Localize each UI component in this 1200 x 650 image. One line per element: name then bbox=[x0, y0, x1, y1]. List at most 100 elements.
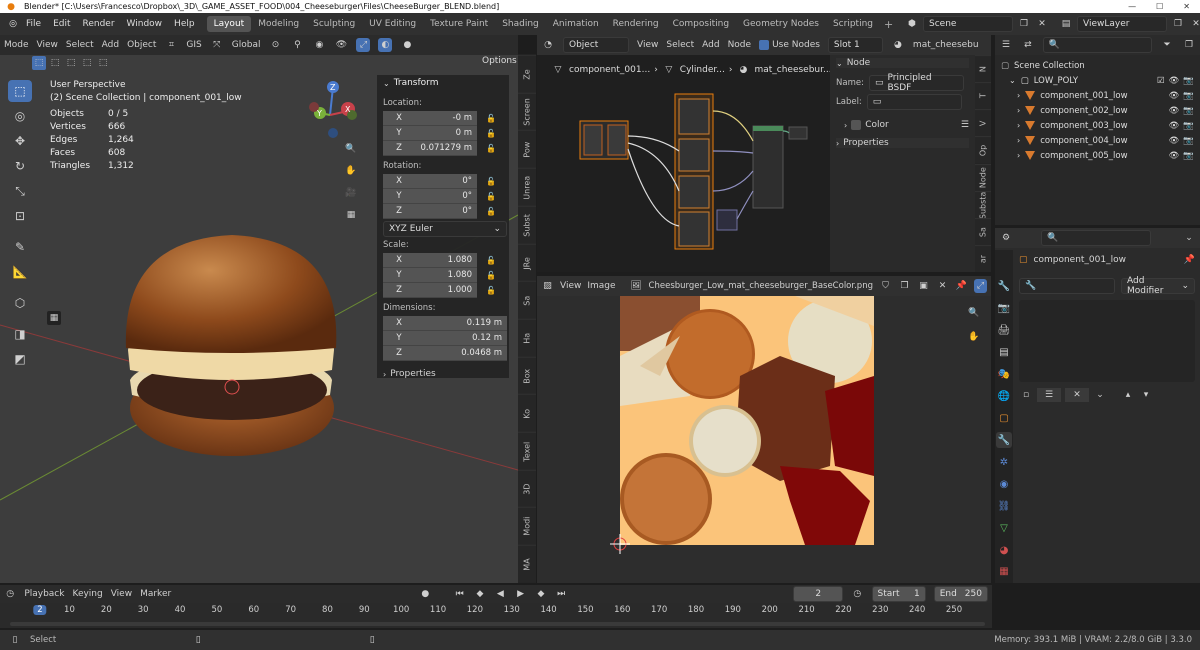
workspace-tab-sculpting[interactable]: Sculpting bbox=[306, 16, 362, 32]
display-mode-icon[interactable]: ⇄ bbox=[1021, 38, 1035, 52]
collection-expand-icon[interactable]: ⌄ bbox=[1009, 76, 1016, 85]
delete-scene-icon[interactable]: ✕ bbox=[1035, 17, 1049, 31]
2d-cursor[interactable] bbox=[610, 534, 630, 554]
marker-menu[interactable]: Marker bbox=[140, 589, 171, 599]
node-graph[interactable] bbox=[577, 91, 817, 251]
node-view-menu[interactable]: View bbox=[637, 40, 658, 50]
outliner-item[interactable]: › component_002_low 👁 📷 bbox=[1001, 103, 1194, 118]
add-modifier-button[interactable]: Add Modifier ⌄ bbox=[1121, 276, 1195, 296]
properties-search[interactable]: 🔍 bbox=[1041, 230, 1151, 246]
node-tab-node[interactable]: Node bbox=[975, 163, 991, 191]
annotate-tool-icon[interactable]: ✎ bbox=[8, 236, 32, 258]
properties-subpanel[interactable]: Properties bbox=[390, 369, 435, 379]
modifier-tab-icon[interactable]: 🔧 bbox=[996, 432, 1012, 449]
data-tab-icon[interactable]: ▽ bbox=[996, 520, 1012, 536]
workspace-tab-layout[interactable]: Layout bbox=[206, 16, 252, 32]
sidebar-tab-ma[interactable]: MA bbox=[518, 545, 536, 583]
rotation-x-field[interactable]: X 0° bbox=[383, 174, 477, 189]
node-select-menu[interactable]: Select bbox=[666, 40, 694, 50]
lock-icon[interactable]: 🔓 bbox=[485, 176, 497, 188]
render-icon[interactable]: 📷 bbox=[1183, 151, 1194, 161]
workspace-tab-shading[interactable]: Shading bbox=[495, 16, 546, 32]
image-gizmo-icon[interactable]: ⤢ bbox=[973, 279, 987, 293]
eye-icon[interactable]: 👁 bbox=[1169, 76, 1180, 86]
new-image-icon[interactable]: ❐ bbox=[898, 279, 911, 293]
end-frame-field[interactable]: End 250 bbox=[933, 586, 988, 602]
rotate-tool-icon[interactable]: ↻ bbox=[8, 155, 32, 177]
props-options-icon[interactable]: ⌄ bbox=[1182, 231, 1196, 245]
breadcrumb-object[interactable]: component_001... bbox=[569, 65, 650, 75]
timeline-ruler[interactable]: 2 10 20 30 40 50 60 70 80 90 100 110 120 130 140 150 160… bbox=[0, 605, 992, 619]
sidebar-tab-screen[interactable]: Screen bbox=[518, 92, 536, 131]
menu-help[interactable]: Help bbox=[168, 19, 201, 29]
expand-icon[interactable]: › bbox=[383, 370, 386, 379]
eye-icon[interactable]: 👁 bbox=[1169, 121, 1180, 131]
timeline-type-icon[interactable]: ◷ bbox=[4, 587, 16, 601]
dimensions-z-field[interactable]: Z 0.0468 m bbox=[383, 346, 507, 361]
view-layer-tab-icon[interactable]: ▤ bbox=[996, 345, 1012, 361]
node-node-menu[interactable]: Node bbox=[728, 40, 752, 50]
node-tab-n[interactable]: N bbox=[975, 55, 991, 83]
shear-tool-icon[interactable]: ◨ bbox=[8, 323, 32, 345]
output-tab-icon[interactable]: 🖨 bbox=[996, 323, 1012, 339]
transform-title[interactable]: Transform bbox=[394, 78, 439, 88]
sidebar-tab-box[interactable]: Box bbox=[518, 356, 536, 395]
cursor-tool-icon[interactable]: ◎ bbox=[8, 105, 32, 127]
dimensions-y-field[interactable]: Y 0.12 m bbox=[383, 331, 507, 346]
expand-arrow-icon[interactable]: › bbox=[1017, 91, 1020, 100]
eye-icon[interactable]: 👁 bbox=[1169, 151, 1180, 161]
mod-add-icon[interactable]: ▫ bbox=[1019, 388, 1033, 402]
color-checkbox[interactable] bbox=[851, 120, 862, 130]
start-frame-field[interactable]: Start 1 bbox=[871, 586, 926, 602]
measure-tool-icon[interactable]: 📐 bbox=[8, 261, 32, 283]
world-tab-icon[interactable]: 🌐 bbox=[996, 389, 1012, 405]
rotation-z-field[interactable]: Z 0° bbox=[383, 204, 477, 219]
image-editor[interactable]: ▨ View Image 🖼 Cheesburger_Low_mat_chees… bbox=[537, 276, 991, 583]
preview-range-icon[interactable]: ◷ bbox=[851, 587, 863, 601]
expand-arrow-icon[interactable]: › bbox=[1017, 106, 1020, 115]
scale-z-field[interactable]: Z 1.000 bbox=[383, 283, 477, 298]
lock-icon[interactable]: 🔓 bbox=[485, 143, 497, 155]
low-poly-row[interactable]: ⌄ ▢ LOW_POLY ☑ 👁 📷 bbox=[1001, 73, 1194, 88]
constraints-tab-icon[interactable]: ⛓ bbox=[996, 498, 1012, 514]
outliner-item[interactable]: › component_004_low 👁 📷 bbox=[1001, 133, 1194, 148]
delete-viewlayer-icon[interactable]: ✕ bbox=[1189, 17, 1200, 31]
lock-icon[interactable]: 🔓 bbox=[485, 128, 497, 140]
jump-start-icon[interactable]: ⏮ bbox=[454, 587, 466, 601]
location-x-field[interactable]: X -0 m bbox=[383, 111, 477, 126]
node-editor[interactable]: ◔ Object View Select Add Node Use Nodes … bbox=[537, 35, 991, 272]
pin-props-icon[interactable]: 📌 bbox=[1184, 255, 1195, 265]
image-image-menu[interactable]: Image bbox=[587, 281, 615, 291]
expand-arrow-icon[interactable]: › bbox=[1017, 136, 1020, 145]
sidebar-tab-subst[interactable]: Subst bbox=[518, 205, 536, 244]
expand-arrow-icon[interactable]: › bbox=[1017, 151, 1020, 160]
image-view-menu[interactable]: View bbox=[560, 281, 581, 291]
outliner-type-icon[interactable]: ☰ bbox=[999, 38, 1013, 52]
timeline-scrollbar[interactable] bbox=[10, 622, 985, 626]
node-tab-sa[interactable]: Sa bbox=[975, 217, 991, 245]
add-cube-tool-icon[interactable]: ⬡ bbox=[8, 292, 32, 314]
scale-x-field[interactable]: X 1.080 bbox=[383, 253, 477, 268]
sidebar-tab-ha[interactable]: Ha bbox=[518, 318, 536, 357]
grid-view-icon[interactable]: ▦ bbox=[344, 208, 358, 222]
material-name[interactable]: mat_cheesebu bbox=[913, 40, 979, 50]
navigation-gizmo[interactable]: Z X Y bbox=[300, 75, 370, 145]
slot-dropdown[interactable]: Slot 1 bbox=[827, 37, 883, 53]
scene-collection-row[interactable]: ▢ Scene Collection bbox=[1001, 58, 1194, 73]
location-z-field[interactable]: Z 0.071279 m bbox=[383, 141, 477, 156]
play-icon[interactable]: ▶ bbox=[514, 587, 526, 601]
object-type-dropdown[interactable]: Object bbox=[563, 37, 629, 53]
new-viewlayer-icon[interactable]: ❐ bbox=[1171, 17, 1185, 31]
list-icon[interactable]: ☰ bbox=[961, 120, 969, 130]
mod-down-icon[interactable]: ▾ bbox=[1139, 388, 1153, 402]
node-tab-ar[interactable]: ar bbox=[975, 244, 991, 272]
collapse-icon[interactable]: ⌄ bbox=[383, 79, 390, 88]
rotation-y-field[interactable]: Y 0° bbox=[383, 189, 477, 204]
tool-tab-icon[interactable]: 🔧 bbox=[996, 279, 1012, 295]
image-filename[interactable]: Cheesburger_Low_mat_cheeseburger_BaseCol… bbox=[649, 281, 873, 291]
node-tab-t[interactable]: T bbox=[975, 82, 991, 110]
play-reverse-icon[interactable]: ◀ bbox=[494, 587, 506, 601]
material-tab-icon[interactable]: ◕ bbox=[996, 542, 1012, 558]
menu-edit[interactable]: Edit bbox=[47, 19, 76, 29]
image-browse-icon[interactable]: 🖼 bbox=[630, 279, 643, 293]
